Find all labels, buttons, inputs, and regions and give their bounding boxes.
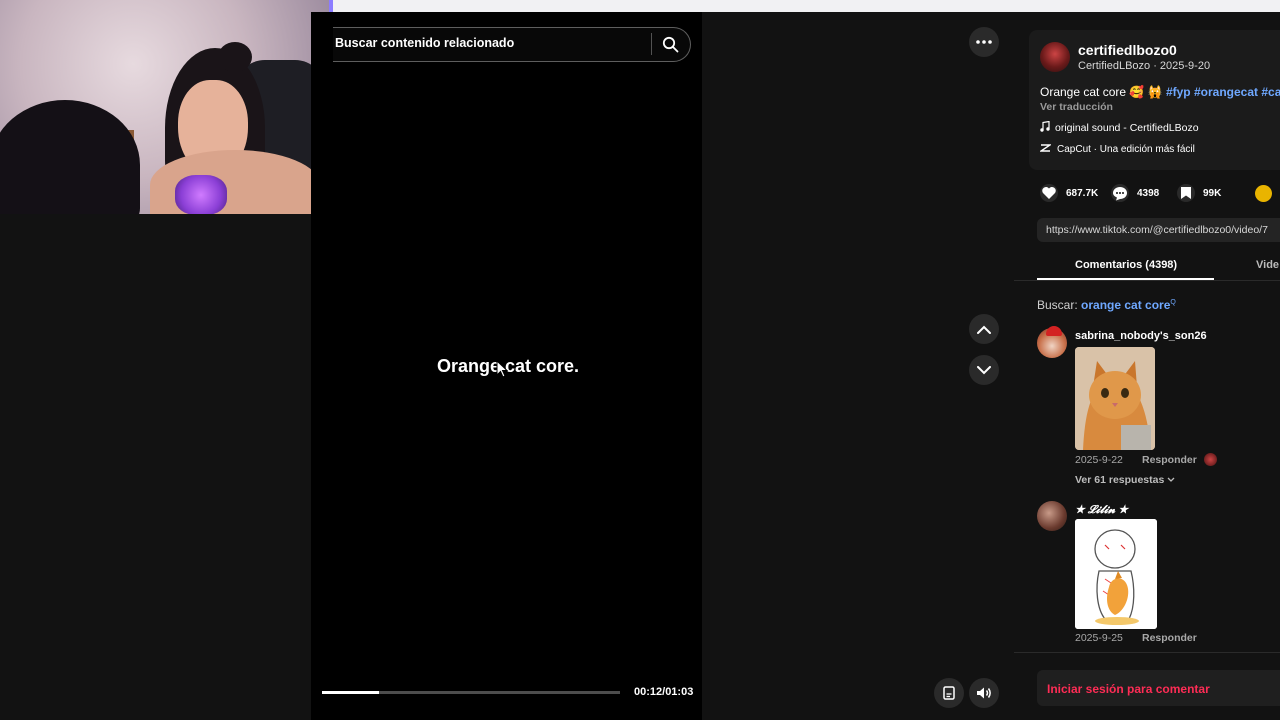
chevron-up-icon <box>977 325 991 334</box>
reply-button[interactable]: Responder <box>1142 454 1197 466</box>
chevron-down-icon <box>1167 477 1175 482</box>
volume-button[interactable] <box>969 678 999 708</box>
comment-username[interactable]: ★ 𝓛𝓲𝓵𝓲𝓷 ★ <box>1075 503 1128 517</box>
tab-divider <box>1014 280 1280 281</box>
capcut-label: CapCut · Una edición más fácil <box>1057 144 1195 155</box>
heart-icon <box>1040 184 1058 202</box>
mouse-cursor-icon <box>496 359 509 383</box>
search-placeholder: Buscar contenido relacionado <box>335 36 515 50</box>
next-video-button[interactable] <box>969 355 999 385</box>
search-icon[interactable] <box>662 36 679 53</box>
comment-count: 4398 <box>1137 187 1160 199</box>
webcam-overlay <box>0 0 333 214</box>
comment-sticker-image[interactable] <box>1075 519 1157 629</box>
caption-icon <box>943 686 955 700</box>
like-count: 687.7K <box>1066 187 1099 199</box>
author-username[interactable]: certifiedlbozo0 <box>1078 42 1177 58</box>
video-time: 00:12/01:03 <box>634 686 694 698</box>
capcut-icon <box>1038 144 1053 152</box>
captions-button[interactable] <box>934 678 964 708</box>
like-stat[interactable]: 687.7K <box>1040 184 1098 202</box>
hashtag-cat[interactable]: #ca <box>1261 85 1280 99</box>
browser-topbar <box>333 0 1280 12</box>
video-description: Orange cat core 🥰 🙀 #fyp #orangecat #ca <box>1040 85 1280 99</box>
microphone <box>175 175 227 214</box>
capcut-link[interactable]: CapCut · Una edición más fácil <box>1038 143 1195 155</box>
comment-search-sup: Q <box>1170 299 1176 306</box>
more-options-button[interactable] <box>969 27 999 57</box>
comment-date: 2025-9-22 <box>1075 454 1123 466</box>
volume-icon <box>977 687 991 699</box>
hashtag-orangecat[interactable]: #orangecat <box>1194 85 1258 99</box>
comment-stat[interactable]: 4398 <box>1111 184 1159 202</box>
author-handle-date: CertifiedLBozo · 2025-9-20 <box>1078 60 1211 72</box>
music-note-icon <box>1040 120 1050 132</box>
translate-link[interactable]: Ver traducción <box>1040 101 1113 113</box>
reply-button[interactable]: Responder <box>1142 632 1197 644</box>
tab-videos[interactable]: Vide <box>1256 259 1279 271</box>
view-replies-label: Ver 61 respuestas <box>1075 474 1165 486</box>
comment-date: 2025-9-25 <box>1075 632 1123 644</box>
ellipsis-icon <box>976 40 992 44</box>
bookmark-icon <box>1177 184 1195 202</box>
comment-search-suggestion[interactable]: Buscar: orange cat coreQ <box>1037 298 1176 312</box>
santa-hat-icon <box>1046 326 1062 336</box>
video-progress-fill <box>322 691 379 694</box>
sound-link[interactable]: original sound - CertifiedLBozo <box>1040 120 1199 134</box>
hashtag-fyp[interactable]: #fyp <box>1166 85 1191 99</box>
chevron-down-icon <box>977 365 991 374</box>
save-stat[interactable]: 99K <box>1177 184 1221 202</box>
previous-video-button[interactable] <box>969 314 999 344</box>
screen: Buscar contenido relacionado Orange cat … <box>0 0 1280 720</box>
video-url: https://www.tiktok.com/@certifiedlbozo0/… <box>1046 224 1268 236</box>
description-text: Orange cat core 🥰 🙀 <box>1040 85 1166 99</box>
comment-avatar[interactable] <box>1037 501 1067 531</box>
video-progress-bar[interactable] <box>322 691 620 694</box>
creator-liked-icon <box>1204 453 1217 466</box>
comment-icon <box>1111 184 1129 202</box>
author-avatar[interactable] <box>1040 42 1070 72</box>
comment-search-query[interactable]: orange cat core <box>1081 298 1170 312</box>
tab-comments[interactable]: Comentarios (4398) <box>1075 259 1177 271</box>
login-to-comment-link[interactable]: Iniciar sesión para comentar <box>1047 682 1210 696</box>
comment-search-label: Buscar: <box>1037 298 1082 312</box>
video-caption: Orange cat core. <box>437 356 580 376</box>
comment-username[interactable]: sabrina_nobody's_son26 <box>1075 330 1207 342</box>
comment-footer-divider <box>1014 652 1280 653</box>
save-count: 99K <box>1203 187 1222 199</box>
sound-label: original sound - CertifiedLBozo <box>1055 122 1199 134</box>
comment-image-cat[interactable] <box>1075 347 1155 450</box>
view-replies-button[interactable]: Ver 61 respuestas <box>1075 474 1175 486</box>
coin-icon[interactable] <box>1255 185 1272 202</box>
search-divider <box>651 33 652 55</box>
